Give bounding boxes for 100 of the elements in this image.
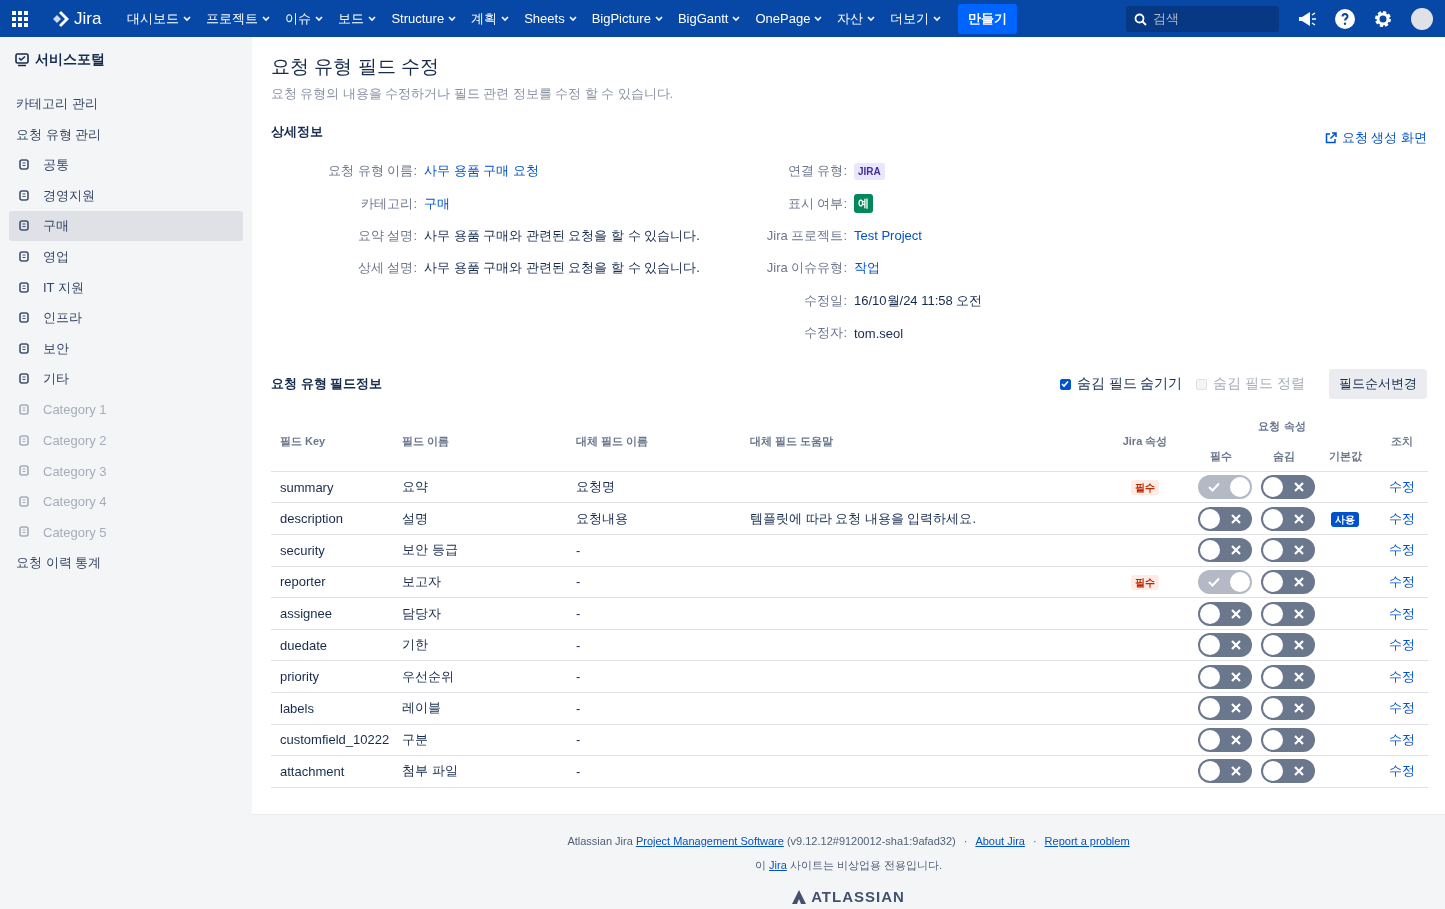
toggle-switch[interactable] (1261, 696, 1315, 721)
app-switcher-icon[interactable] (12, 10, 28, 27)
edit-link[interactable]: 수정 (1388, 542, 1415, 558)
field-name: 구분 (402, 731, 428, 747)
nav-menu[interactable]: Sheets (524, 11, 577, 26)
alt-field-help: 템플릿에 따라 요청 내용을 입력하세요. (750, 510, 977, 526)
nav-menu[interactable]: BigGantt (677, 11, 741, 26)
sidebar-item[interactable]: 구매 (9, 211, 243, 242)
alt-field-name: - (576, 574, 581, 590)
alt-field-name: - (576, 764, 581, 779)
edit-link[interactable]: 수정 (1388, 573, 1415, 589)
request-type-icon (19, 342, 29, 355)
detail-value-link[interactable]: 구매 (424, 194, 450, 213)
sidebar-item[interactable]: 영업 (9, 241, 243, 272)
detail-value-link[interactable]: 사무 용품 구매 요청 (424, 162, 539, 181)
chevron-down-icon (568, 15, 577, 22)
chevron-down-icon (933, 15, 942, 22)
settings-icon[interactable] (1373, 8, 1393, 29)
edit-link[interactable]: 수정 (1388, 668, 1415, 684)
nav-menu[interactable]: 자산 (837, 9, 876, 28)
software-link[interactable]: Project Management Software (635, 835, 784, 847)
detail-label: 요약 설명: (356, 226, 417, 245)
detail-label: 수정자: (803, 324, 847, 343)
nav-menu[interactable]: 대시보드 (127, 9, 192, 28)
toggle-switch[interactable] (1261, 475, 1315, 500)
nav-menu[interactable]: 프로젝트 (206, 9, 271, 28)
request-type-icon (19, 434, 29, 447)
edit-link[interactable]: 수정 (1388, 731, 1415, 747)
field-key: customfield_10222 (280, 732, 390, 748)
toggle-switch[interactable] (1261, 664, 1315, 689)
create-screen-link[interactable]: 요청 생성 화면 (1324, 129, 1427, 147)
toggle-switch[interactable] (1198, 633, 1252, 658)
section-heading: 요청 유형 필드정보 (271, 375, 383, 394)
sidebar-item[interactable]: 카테고리 관리 (9, 89, 243, 119)
chevron-down-icon (183, 15, 192, 22)
x-icon (1229, 669, 1243, 684)
toggle-switch[interactable] (1198, 759, 1252, 784)
toggle-switch[interactable] (1261, 759, 1315, 784)
version-text: (v9.12.12#9120012-sha1:9afad32) (785, 835, 956, 847)
footer-text: 사이트는 비상업용 전용입니다. (788, 859, 942, 871)
footer-text: 이 (755, 859, 767, 871)
atlassian-logo: ATLASSIAN (792, 888, 905, 905)
nav-menu[interactable]: BigPicture (591, 11, 663, 26)
edit-link[interactable]: 수정 (1388, 763, 1415, 779)
checkbox[interactable]: 숨김 필드 숨기기 (1059, 375, 1183, 394)
sidebar-item[interactable]: 인프라 (9, 303, 243, 334)
toggle-switch[interactable] (1261, 633, 1315, 658)
toggle-switch[interactable] (1261, 506, 1315, 531)
nav-menu[interactable]: 계획 (471, 9, 510, 28)
field-name: 요약 (402, 479, 428, 495)
user-avatar[interactable] (1411, 7, 1433, 30)
toggle-switch[interactable] (1198, 664, 1252, 689)
jira-logo[interactable]: Jira (52, 8, 102, 29)
connection-type-lozenge: JIRA (854, 162, 885, 180)
request-type-icon (19, 465, 29, 478)
toggle-switch[interactable] (1261, 601, 1315, 626)
sidebar-item[interactable]: 요청 유형 관리 (9, 119, 243, 150)
megaphone-icon[interactable] (1297, 9, 1317, 28)
toggle-switch[interactable] (1198, 506, 1252, 531)
sidebar-item[interactable]: 기타 (9, 364, 243, 395)
column-header: 대체 필드 도움말 (741, 411, 1101, 472)
detail-label: 상세 설명: (356, 259, 417, 278)
toggle-switch[interactable] (1198, 538, 1252, 563)
nav-menu[interactable]: 보드 (338, 9, 377, 28)
jira-link[interactable]: Jira (769, 859, 787, 871)
reorder-fields-button[interactable]: 필드순서변경 (1329, 369, 1427, 400)
sidebar-item[interactable]: IT 지원 (9, 272, 243, 303)
nav-menu[interactable]: 이슈 (285, 9, 324, 28)
edit-link[interactable]: 수정 (1388, 700, 1415, 716)
report-link[interactable]: Report a problem (1044, 835, 1130, 847)
field-name: 레이블 (402, 700, 441, 716)
nav-menu[interactable]: 더보기 (890, 9, 942, 28)
toggle-switch[interactable] (1198, 601, 1252, 626)
default-lozenge: 사용 (1331, 511, 1359, 527)
edit-link[interactable]: 수정 (1388, 510, 1415, 526)
detail-label: 요청 유형 이름: (327, 162, 417, 181)
toggle-switch[interactable] (1198, 696, 1252, 721)
edit-link[interactable]: 수정 (1388, 637, 1415, 653)
help-icon[interactable] (1335, 8, 1355, 29)
request-type-icon (19, 373, 29, 386)
toggle-switch[interactable] (1261, 538, 1315, 563)
toggle-switch[interactable] (1261, 569, 1315, 594)
detail-value-link[interactable]: Test Project (854, 228, 922, 244)
detail-value-link[interactable]: 작업 (854, 259, 880, 278)
edit-link[interactable]: 수정 (1388, 479, 1415, 495)
create-button[interactable]: 만들기 (958, 3, 1018, 34)
sidebar-item[interactable]: 요청 이력 통계 (9, 547, 243, 578)
chevron-down-icon (315, 15, 324, 22)
nav-menu[interactable]: OnePage (755, 11, 823, 26)
sidebar-item[interactable]: 공통 (9, 150, 243, 181)
toggle-switch[interactable] (1198, 727, 1252, 752)
alt-field-name: - (576, 669, 581, 685)
field-name: 설명 (402, 510, 428, 526)
sidebar-item[interactable]: 보안 (9, 333, 243, 364)
nav-menu[interactable]: Structure (391, 11, 457, 26)
about-link[interactable]: About Jira (975, 835, 1025, 847)
toggle-switch[interactable] (1261, 727, 1315, 752)
chevron-down-icon (654, 15, 663, 22)
edit-link[interactable]: 수정 (1388, 605, 1415, 621)
sidebar-item[interactable]: 경영지원 (9, 180, 243, 211)
